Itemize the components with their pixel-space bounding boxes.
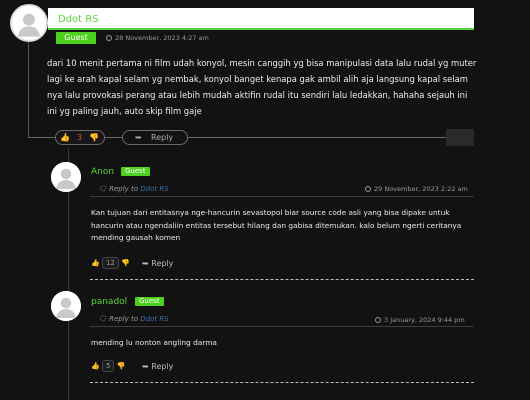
- guest-badge: Guest: [121, 167, 150, 176]
- reply-arrow-icon: ➥: [135, 133, 142, 142]
- reply-to-prefix: Reply to: [109, 185, 139, 193]
- reply-label: Reply: [151, 362, 174, 371]
- thumbs-up-icon[interactable]: 👍: [91, 362, 100, 370]
- reply-timestamp: 29 November, 2023 2:22 am: [365, 185, 468, 193]
- reply-timestamp: 3 January, 2024 9:44 pm: [375, 316, 465, 324]
- reply-body: Kan tujuan dari entitasnya nge-hancurin …: [91, 208, 462, 242]
- reply-arrow-icon: ➥: [142, 362, 149, 371]
- thread-line: [28, 40, 29, 138]
- reply-to: 🗨 Reply to Ddot RS: [98, 315, 169, 323]
- vote-box: 👍 5 👎: [91, 360, 126, 372]
- reply-button[interactable]: ➥ Reply: [122, 130, 188, 145]
- reply-separator: [90, 382, 474, 383]
- comment-header: [48, 8, 474, 28]
- clock-icon: [375, 317, 381, 323]
- thumbs-down-icon[interactable]: 👎: [89, 134, 99, 142]
- vote-box: 👍 12 👎: [91, 257, 130, 269]
- thumbs-down-icon[interactable]: 👎: [121, 259, 130, 267]
- reply-author[interactable]: panadol: [91, 297, 127, 307]
- reply-button[interactable]: ➥ Reply: [142, 362, 173, 371]
- reply-divider: [90, 196, 474, 197]
- reply-label: Reply: [151, 259, 174, 268]
- reply-to-icon: 🗨: [98, 315, 107, 323]
- header-underline: [48, 28, 474, 30]
- clock-icon: [106, 35, 112, 41]
- vote-count: 5: [101, 360, 115, 372]
- timestamp-text: 28 November, 2023 4:27 am: [115, 34, 209, 42]
- comment-body: dari 10 menit pertama ni film udah konyo…: [47, 58, 477, 116]
- comment-author[interactable]: Ddot RS: [58, 14, 99, 25]
- reply-to-prefix: Reply to: [109, 315, 139, 323]
- reply-to-link[interactable]: Ddot RS: [140, 315, 168, 323]
- vote-count: 12: [101, 257, 119, 269]
- vote-box: 👍 3 👎: [55, 130, 105, 145]
- reply-separator: [90, 279, 474, 280]
- avatar-icon: [10, 4, 48, 42]
- thumbs-down-icon[interactable]: 👎: [117, 362, 126, 370]
- reply-to-link[interactable]: Ddot RS: [140, 185, 168, 193]
- clock-icon: [365, 186, 371, 192]
- vote-count: 3: [77, 133, 83, 142]
- reply-divider: [90, 326, 474, 327]
- thumbs-up-icon[interactable]: 👍: [60, 134, 70, 142]
- more-button[interactable]: [446, 129, 474, 146]
- timestamp-text: 29 November, 2023 2:22 am: [374, 185, 468, 193]
- timestamp-text: 3 January, 2024 9:44 pm: [384, 316, 465, 324]
- guest-badge: Guest: [135, 297, 164, 306]
- comment-timestamp: 28 November, 2023 4:27 am: [106, 34, 209, 42]
- reply-button[interactable]: ➥ Reply: [142, 259, 173, 268]
- reply-author[interactable]: Anon: [91, 167, 114, 177]
- avatar-icon: [51, 162, 81, 192]
- thumbs-up-icon[interactable]: 👍: [91, 259, 100, 267]
- reply-to: 🗨 Reply to Ddot RS: [98, 185, 169, 193]
- guest-badge: Guest: [56, 32, 96, 44]
- reply-to-icon: 🗨: [98, 185, 107, 193]
- reply-body: mending lu nonton angling darma: [91, 338, 217, 347]
- avatar-icon: [51, 291, 81, 321]
- reply-label: Reply: [151, 133, 174, 142]
- reply-arrow-icon: ➥: [142, 259, 149, 268]
